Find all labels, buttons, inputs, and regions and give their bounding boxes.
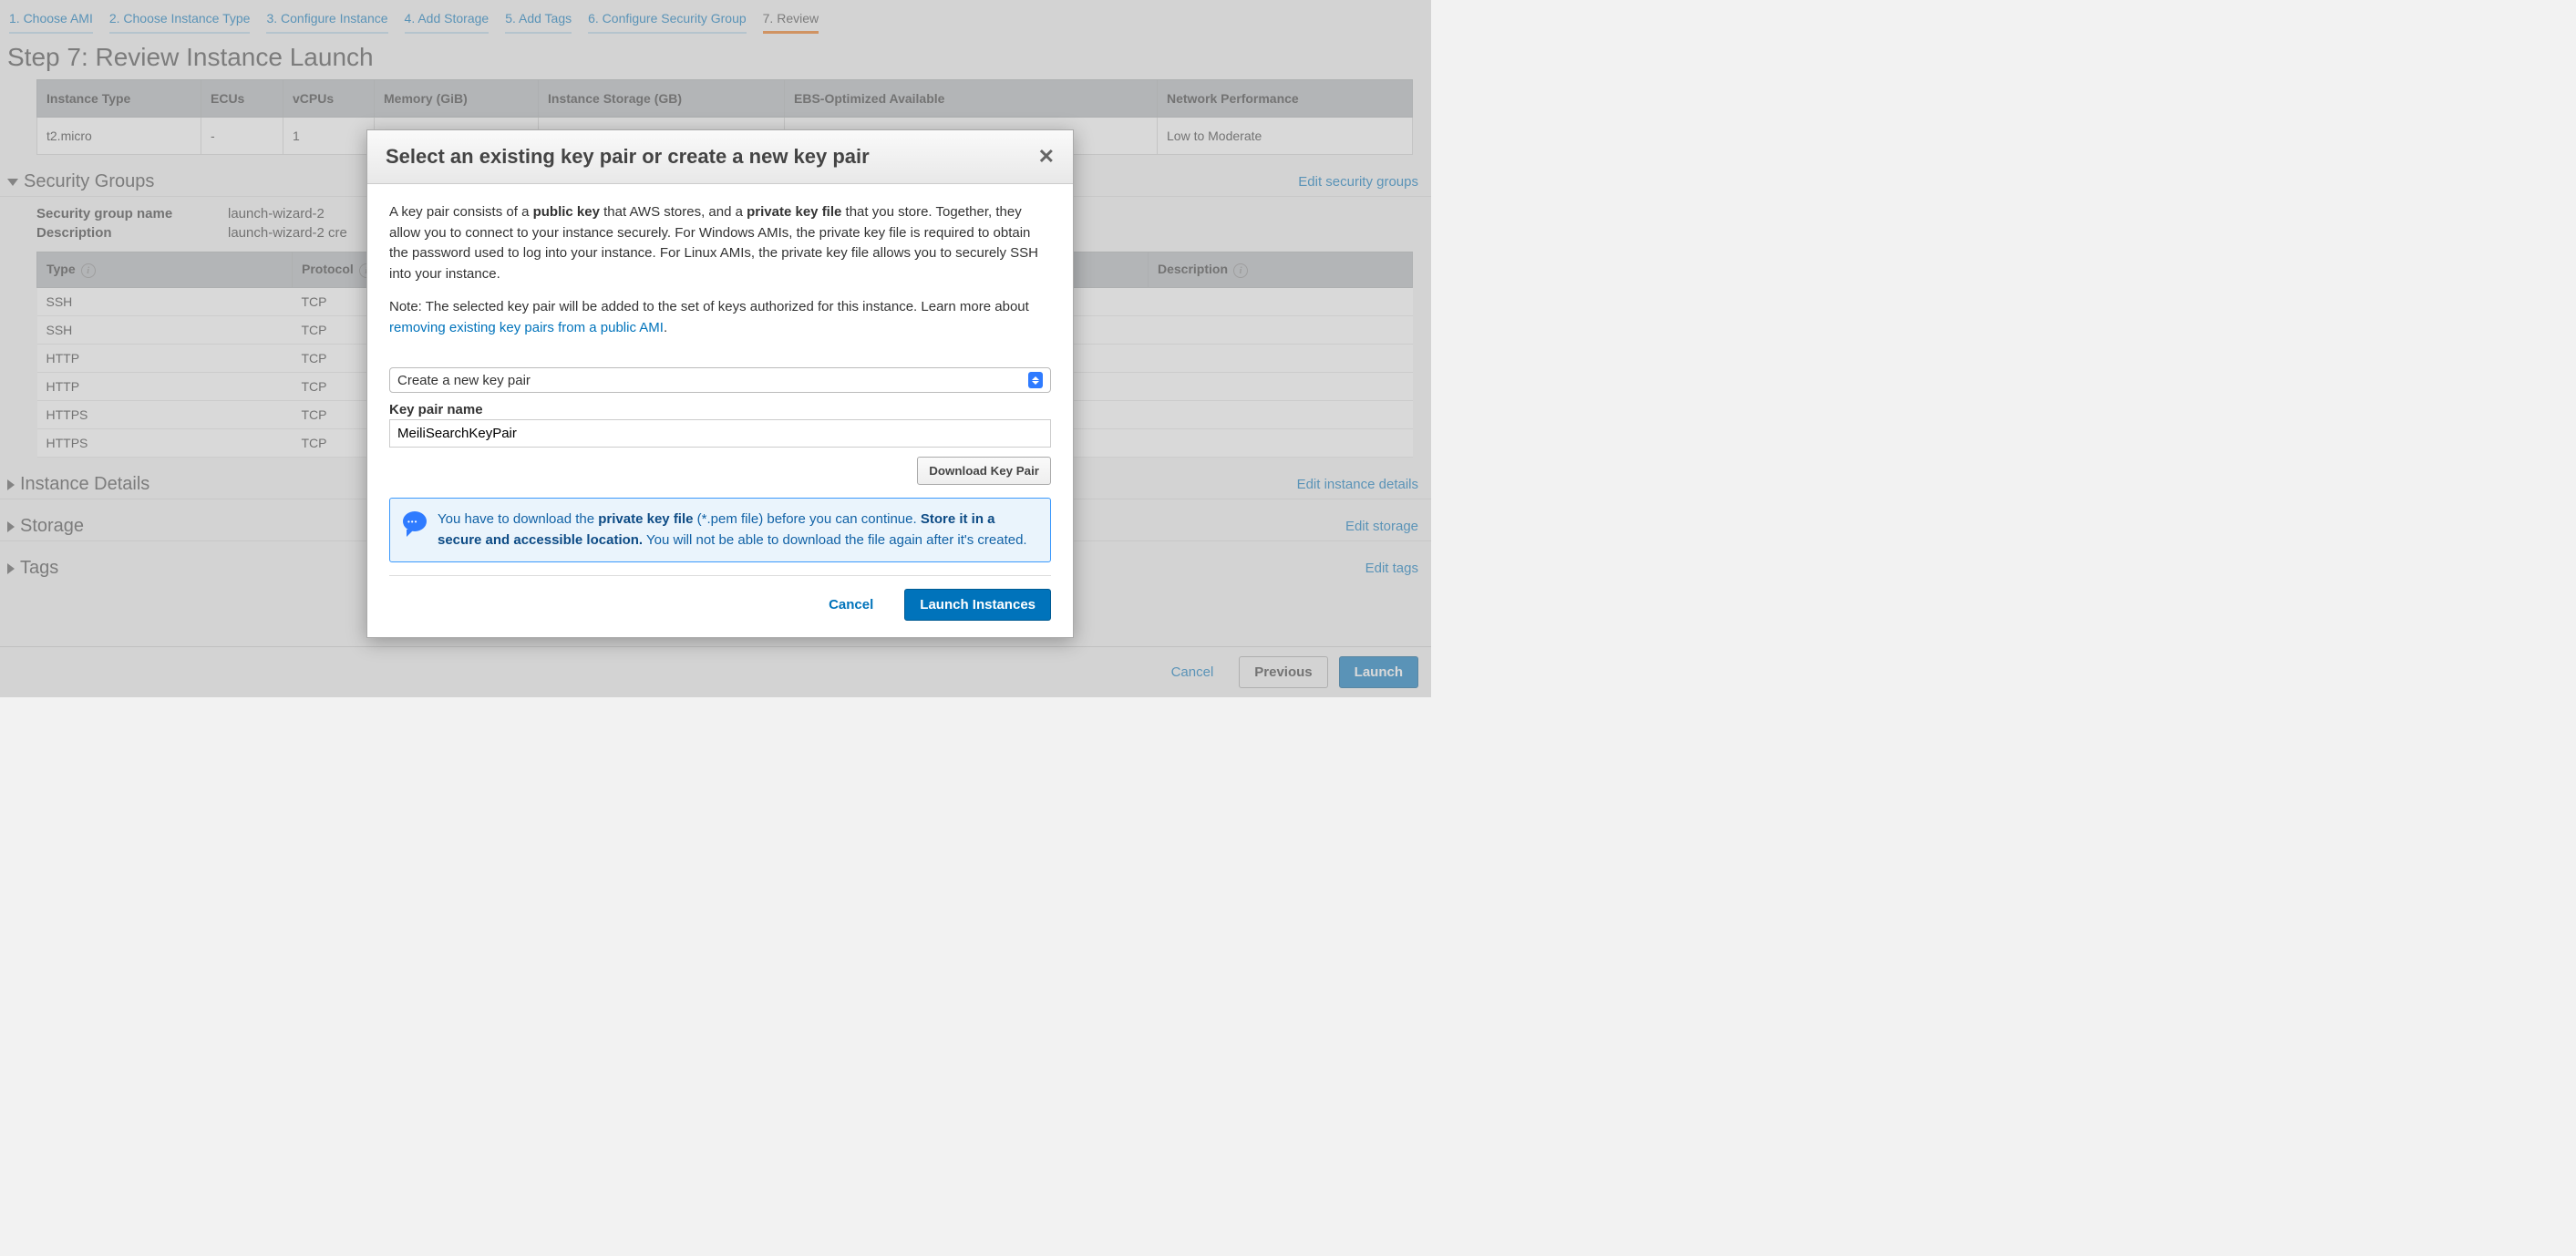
modal-title: Select an existing key pair or create a … xyxy=(386,145,870,169)
close-icon[interactable]: ✕ xyxy=(1038,145,1055,169)
speech-bubble-icon: ••• xyxy=(403,511,427,531)
remove-keypair-link[interactable]: removing existing key pairs from a publi… xyxy=(389,320,664,335)
info-alert: ••• You have to download the private key… xyxy=(389,498,1051,562)
modal-description-2: Note: The selected key pair will be adde… xyxy=(389,297,1051,338)
key-pair-name-label: Key pair name xyxy=(389,402,1051,417)
modal-description-1: A key pair consists of a public key that… xyxy=(389,202,1051,284)
modal-cancel-button[interactable]: Cancel xyxy=(814,590,888,620)
select-toggle-icon xyxy=(1028,372,1043,388)
launch-instances-button[interactable]: Launch Instances xyxy=(904,589,1051,621)
key-pair-option-select[interactable]: Create a new key pair xyxy=(389,367,1051,393)
key-pair-modal: Select an existing key pair or create a … xyxy=(366,129,1074,638)
download-key-pair-button[interactable]: Download Key Pair xyxy=(917,457,1051,485)
key-pair-name-input[interactable] xyxy=(389,419,1051,448)
